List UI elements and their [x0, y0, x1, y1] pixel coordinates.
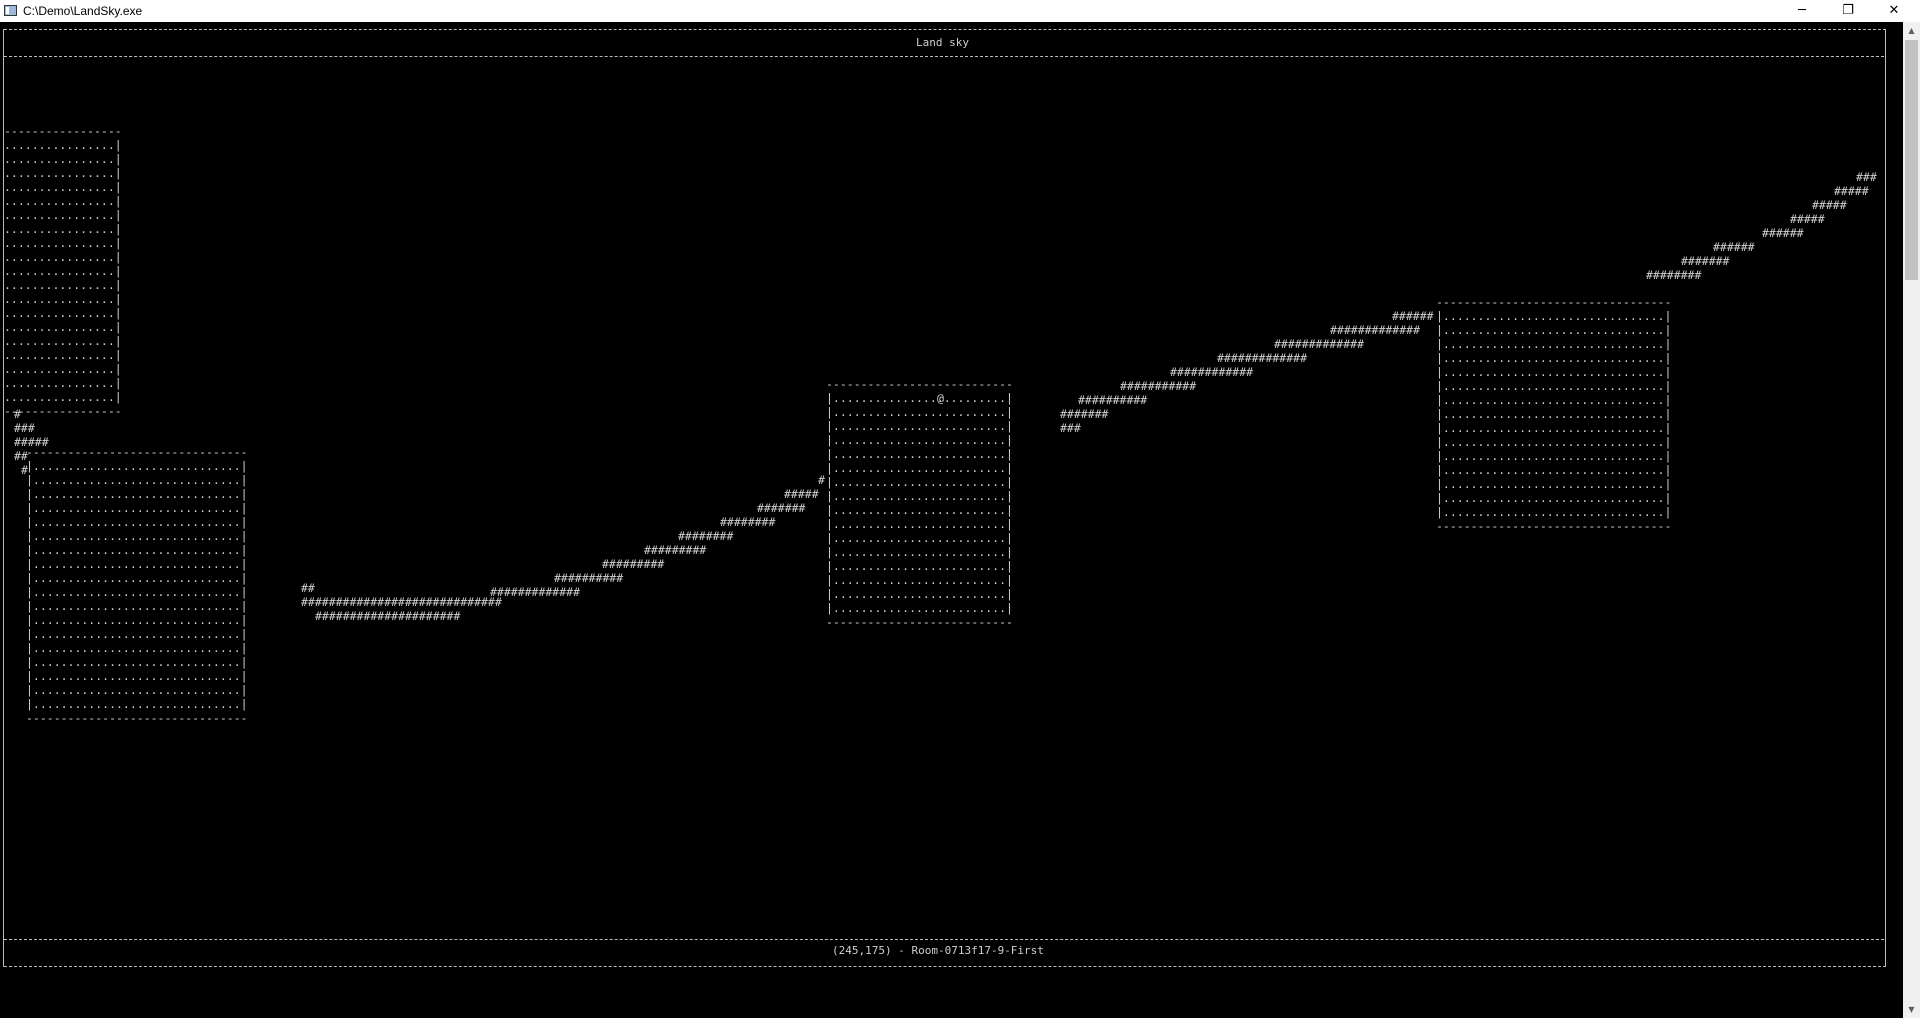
footer-divider: [4, 939, 1884, 940]
corridor-segment: ##########: [554, 571, 624, 585]
scroll-down-arrow-icon[interactable]: ▼: [1903, 1001, 1920, 1018]
corridor-segment: #######: [1060, 407, 1109, 421]
corridor-segment: ########: [720, 515, 776, 529]
corridor-segment: ######: [1392, 309, 1434, 323]
room-center: --------------------------- |...........…: [826, 377, 1013, 629]
corridor-segment: #####: [784, 487, 819, 501]
corridor-segment: #############: [1274, 337, 1365, 351]
corridor-segment: ###: [1060, 421, 1081, 435]
corridor-segment: ###: [14, 421, 35, 435]
corridor-segment: #####: [1812, 198, 1847, 212]
frame-right-border: [1885, 29, 1886, 967]
corridor-segment: #######: [757, 501, 806, 515]
corridor-segment: #####: [1790, 212, 1825, 226]
corridor-segment: #########: [644, 543, 707, 557]
corridor-segment: ########: [1646, 268, 1702, 282]
restore-icon: ❐: [1842, 3, 1854, 18]
header-divider: [4, 56, 1884, 57]
player-glyph: @: [937, 391, 944, 405]
corridor-segment: #####################: [315, 609, 461, 623]
room-top-left: ----------------- ................| ....…: [4, 124, 122, 418]
corridor-segment: #############################: [301, 595, 502, 609]
header-title: Land sky: [916, 36, 969, 49]
room-bottom-left: -------------------------------- |......…: [26, 445, 248, 725]
corridor-segment: #: [21, 463, 28, 477]
console-app-icon: [4, 5, 17, 16]
corridor-segment: ##: [14, 449, 28, 463]
corridor-segment: ##########: [1078, 393, 1148, 407]
console-area: Land sky (245,175) - Room-0713f17-9-Firs…: [0, 22, 1903, 1018]
scroll-thumb[interactable]: [1905, 40, 1918, 280]
corridor-segment: #############: [490, 585, 581, 599]
corridor-segment: ##: [301, 581, 315, 595]
corridor-segment: ############: [1170, 365, 1254, 379]
restore-button[interactable]: ❐: [1825, 0, 1871, 22]
corridor-segment: #########: [602, 557, 665, 571]
vertical-scrollbar[interactable]: ▲ ▼: [1903, 22, 1920, 1018]
corridor-segment: #: [14, 407, 21, 421]
game-map: ----------------- ................| ....…: [0, 22, 1877, 725]
close-button[interactable]: ✕: [1871, 0, 1917, 22]
minimize-button[interactable]: ─: [1779, 0, 1825, 22]
minimize-icon: ─: [1798, 3, 1806, 18]
status-line: (245,175) - Room-0713f17-9-First: [832, 944, 1044, 957]
corridor-segment: ###########: [1120, 379, 1197, 393]
corridor-segment: ########: [678, 529, 734, 543]
corridor-segment: #############: [1217, 351, 1308, 365]
corridor-segment: #############: [1330, 323, 1421, 337]
frame-bottom-border: [4, 966, 1886, 967]
corridor-segment: ###: [1856, 170, 1877, 184]
window-title: C:\Demo\LandSky.exe: [23, 4, 143, 18]
corridor-segment: #####: [1834, 184, 1869, 198]
window-titlebar[interactable]: C:\Demo\LandSky.exe ─ ❐ ✕: [0, 0, 1920, 22]
frame-top-border: [4, 29, 1886, 30]
room-right: ---------------------------------- |....…: [1436, 295, 1672, 533]
scroll-up-arrow-icon[interactable]: ▲: [1903, 22, 1920, 39]
corridor-segment: #: [818, 473, 825, 487]
corridor-segment: ######: [1713, 240, 1755, 254]
corridor-segment: ######: [1762, 226, 1804, 240]
corridor-segment: #####: [14, 435, 49, 449]
close-icon: ✕: [1888, 3, 1900, 18]
corridor-segment: #######: [1681, 254, 1730, 268]
